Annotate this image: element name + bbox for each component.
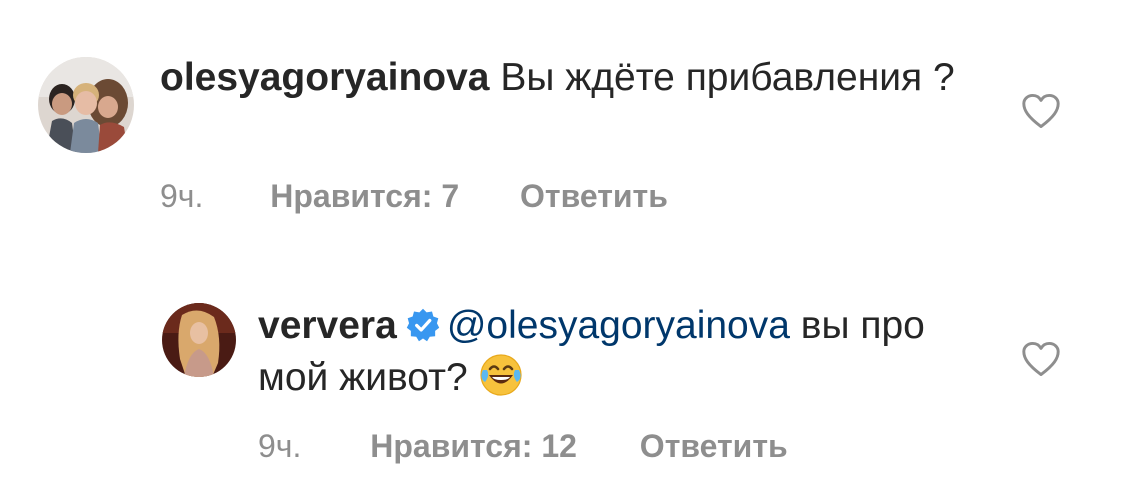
verified-badge-icon	[405, 305, 441, 342]
heart-outline-icon	[1022, 93, 1060, 129]
timestamp: 9ч.	[258, 428, 302, 464]
heart-outline-icon	[1022, 341, 1060, 377]
mention-link[interactable]: @olesyagoryainova	[447, 304, 790, 347]
comment-meta: 9ч. Нравится: 12 Ответить	[258, 426, 788, 466]
comment-meta: 9ч. Нравится: 7 Ответить	[160, 176, 668, 216]
comment-body: Вы ждёте прибавления ?	[500, 56, 955, 99]
comment-text: ververa @olesyagoryainova вы про мой жив…	[258, 300, 998, 404]
reply-button[interactable]: Ответить	[520, 176, 668, 216]
reply-button[interactable]: Ответить	[640, 426, 788, 466]
likes-count[interactable]: Нравится: 7	[270, 176, 459, 216]
like-button[interactable]	[1021, 93, 1061, 129]
family-photo-avatar	[38, 57, 134, 153]
like-button[interactable]	[1021, 341, 1061, 377]
likes-count[interactable]: Нравится: 12	[370, 426, 577, 466]
avatar[interactable]	[162, 303, 236, 377]
username[interactable]: ververa	[258, 304, 397, 347]
username[interactable]: olesyagoryainova	[160, 56, 489, 99]
comment-text: olesyagoryainova Вы ждёте прибавления ?	[160, 52, 990, 104]
face-with-tears-of-joy-icon	[478, 352, 524, 398]
avatar[interactable]	[38, 57, 134, 153]
timestamp: 9ч.	[160, 178, 204, 214]
portrait-photo-avatar	[162, 303, 236, 377]
